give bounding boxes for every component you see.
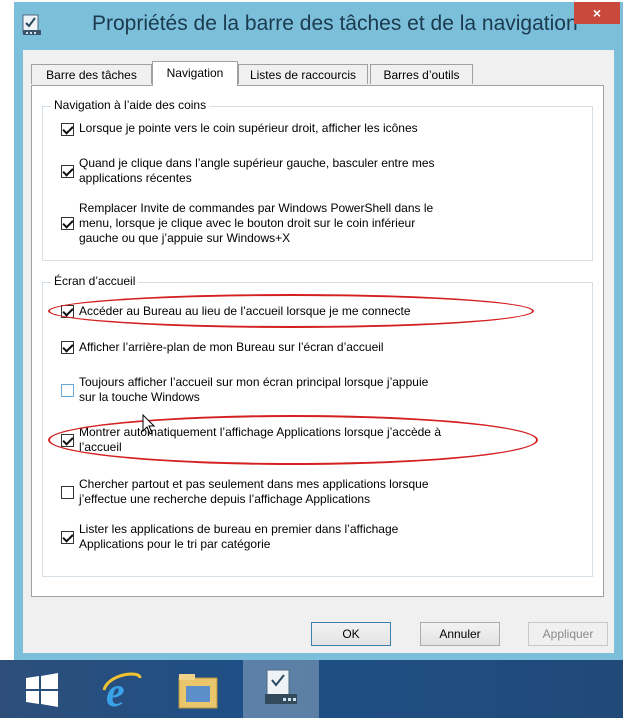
checkbox-corner-top-right[interactable] [61,123,74,136]
taskbar: e [0,660,623,718]
option-label: Lister les applications de bureau en pre… [79,522,398,552]
group-title-start-screen: Écran d’accueil [51,274,139,288]
dialog-client-area: Barre des tâches Navigation Listes de ra… [23,50,614,653]
option-line: applications récentes [79,171,192,185]
option-line: sur la touche Windows [79,390,200,404]
option-powershell-replace[interactable]: Remplacer Invite de commandes par Window… [61,201,521,247]
apply-button: Appliquer [528,622,608,646]
option-label: Lorsque je pointe vers le coin supérieur… [79,121,418,136]
file-explorer-icon [178,674,218,709]
checkbox-powershell-replace[interactable] [61,217,74,230]
option-boot-to-desktop[interactable]: Accéder au Bureau au lieu de l’accueil l… [61,304,521,320]
taskbar-properties-window[interactable] [243,660,319,718]
tab-label: Listes de raccourcis [249,68,357,82]
tab-label: Barres d’outils [383,68,460,82]
option-label: Quand je clique dans l’angle supérieur g… [79,156,435,186]
tab-taskbar[interactable]: Barre des tâches [31,64,152,84]
checkbox-corner-top-left[interactable] [61,165,74,178]
title-bar[interactable]: Propriétés de la barre des tâches et de … [14,2,623,50]
option-label: Montrer automatiquement l’affichage Appl… [79,425,441,455]
start-button[interactable] [18,660,74,718]
close-button[interactable]: × [574,2,620,24]
tab-navigation[interactable]: Navigation [152,61,238,86]
option-line: Accéder au Bureau au lieu de l’accueil l… [79,304,411,318]
ok-button[interactable]: OK [311,622,391,646]
option-line: Quand je clique dans l’angle supérieur g… [79,156,435,170]
start-screen-group: Écran d’accueil Accéder au Bureau au lie… [42,274,593,577]
checkbox-desktop-background-on-start[interactable] [61,341,74,354]
tab-label: Barre des tâches [46,68,137,82]
option-label: Toujours afficher l’accueil sur mon écra… [79,375,428,405]
option-line: l’accueil [79,440,122,454]
navigation-tab-panel: Navigation à l’aide des coins Lorsque je… [31,85,604,597]
option-line: Toujours afficher l’accueil sur mon écra… [79,375,429,389]
checkbox-list-desktop-apps-first[interactable] [61,531,74,544]
taskbar-internet-explorer[interactable]: e [92,660,152,718]
option-line: gauche ou que j’appuie sur Windows+X [79,231,291,245]
checkbox-show-apps-view[interactable] [61,434,74,447]
checkbox-start-on-main-display[interactable] [61,384,74,397]
option-desktop-background-on-start[interactable]: Afficher l’arrière-plan de mon Bureau su… [61,340,521,356]
option-corner-top-right[interactable]: Lorsque je pointe vers le coin supérieur… [61,121,521,137]
checkbox-search-everywhere[interactable] [61,486,74,499]
tab-jump-lists[interactable]: Listes de raccourcis [238,64,368,84]
corner-navigation-group: Navigation à l’aide des coins Lorsque je… [42,98,593,261]
tab-label: Navigation [166,66,224,80]
option-label: Remplacer Invite de commandes par Window… [79,201,433,246]
option-line: Applications pour le tri par catégorie [79,537,271,551]
option-corner-top-left[interactable]: Quand je clique dans l’angle supérieur g… [61,156,521,188]
option-list-desktop-apps-first[interactable]: Lister les applications de bureau en pre… [61,522,521,554]
taskbar-properties-app-icon [22,14,41,35]
close-icon: × [592,5,602,21]
option-label: Afficher l’arrière-plan de mon Bureau su… [79,340,384,355]
option-line: Montrer automatiquement l’affichage Appl… [79,425,441,439]
option-line: menu, lorsque je clique avec le bouton d… [79,216,416,230]
option-line: Chercher partout et pas seulement dans m… [79,477,429,491]
option-line: Remplacer Invite de commandes par Window… [79,201,434,215]
checkbox-boot-to-desktop[interactable] [61,305,74,318]
cancel-button[interactable]: Annuler [420,622,500,646]
option-search-everywhere[interactable]: Chercher partout et pas seulement dans m… [61,477,521,509]
window-title: Propriétés de la barre des tâches et de … [92,12,578,35]
tab-toolbars[interactable]: Barres d’outils [370,64,473,84]
taskbar-properties-icon [265,669,297,704]
group-title-corners: Navigation à l’aide des coins [51,98,210,112]
option-line: j’effectue une recherche depuis l’affich… [79,492,371,506]
option-line: Lorsque je pointe vers le coin supérieur… [79,121,418,135]
internet-explorer-icon: e [102,670,142,712]
option-show-apps-view[interactable]: Montrer automatiquement l’affichage Appl… [61,425,521,457]
properties-window: Propriétés de la barre des tâches et de … [14,2,623,660]
option-label: Chercher partout et pas seulement dans m… [79,477,429,507]
option-start-on-main-display[interactable]: Toujours afficher l’accueil sur mon écra… [61,375,521,407]
option-line: Afficher l’arrière-plan de mon Bureau su… [79,340,384,354]
option-line: Lister les applications de bureau en pre… [79,522,399,536]
option-label: Accéder au Bureau au lieu de l’accueil l… [79,304,411,319]
windows-logo-icon [26,673,58,707]
taskbar-file-explorer[interactable] [168,660,228,718]
